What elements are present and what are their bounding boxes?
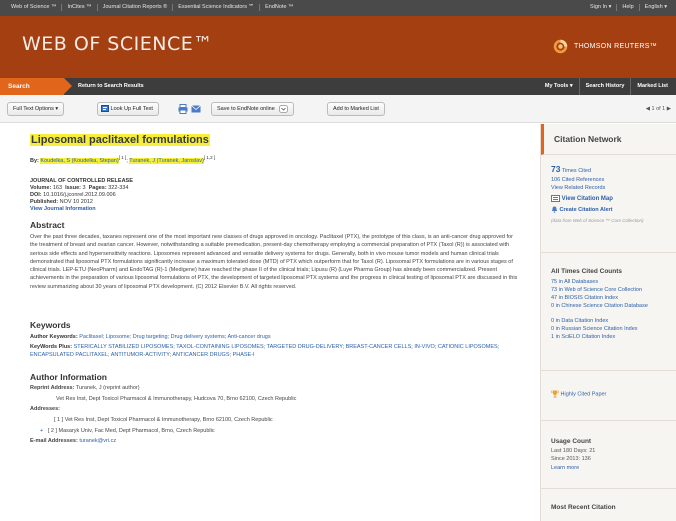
author-link-koudelka[interactable]: Koudelka, S (Koudelka, Stepan) [40, 157, 119, 164]
link-web-of-science[interactable]: Web of Science ™ [6, 4, 63, 11]
top-bar: Web of Science ™ InCites ™ Journal Citat… [0, 0, 676, 16]
divider [541, 370, 676, 371]
marked-list-link[interactable]: Marked List [630, 78, 674, 95]
trophy-icon [551, 390, 559, 398]
thomson-reuters-logo-icon [553, 39, 568, 54]
published-date: Published: NOV 10 2012 [30, 199, 93, 205]
view-citation-map-link[interactable]: View Citation Map [551, 195, 613, 204]
volume-issue-pages: Volume: 163 Issue: 3 Pages: 322-334 [30, 185, 129, 191]
count-russian-sci[interactable]: 0 in Russian Science Citation Index [551, 326, 638, 334]
by-label: By: [30, 157, 39, 164]
all-times-cited-heading: All Times Cited Counts [551, 268, 623, 275]
doi: DOI: 10.1016/j.jconrel.2012.09.006 [30, 192, 116, 198]
data-source-note: (data from Web of Science ™ Core Collect… [551, 218, 644, 223]
my-tools-menu[interactable]: My Tools ▾ [539, 78, 579, 95]
record-toolbar: Full Text Options ▾ Look Up Full Text Sa… [0, 95, 676, 123]
bell-icon [551, 206, 558, 213]
address-2: + [ 2 ] Masaryk Univ, Fac Med, Dept Phar… [40, 428, 215, 434]
count-all-databases[interactable]: 75 in All Databases [551, 279, 598, 287]
count-scielo[interactable]: 1 in SciELO Citation Index [551, 334, 615, 342]
product-logo[interactable]: WEB OF SCIENCE™ [22, 33, 213, 55]
record-pager[interactable]: ◀ 1 of 1 ▶ [646, 106, 671, 112]
add-to-marked-list-button[interactable]: Add to Marked List [327, 102, 385, 116]
keywords-plus: KeyWords Plus: STERICALLY STABILIZED LIP… [30, 344, 500, 358]
count-data-citation[interactable]: 0 in Data Citation Index [551, 318, 608, 326]
brand-banner: WEB OF SCIENCE™ THOMSON REUTERS™ [0, 16, 676, 78]
article-title: Liposomal paclitaxel formulations [30, 134, 210, 146]
highly-cited-paper-link[interactable]: Highly Cited Paper [551, 390, 606, 399]
divider [541, 252, 676, 253]
language-select[interactable]: English ▾ [640, 4, 672, 11]
chevron-down-icon [279, 104, 289, 113]
divider [541, 488, 676, 489]
email-icon[interactable] [191, 105, 201, 113]
link-esi[interactable]: Essential Science Indicators ℠ [173, 4, 261, 11]
look-up-icon [101, 105, 109, 113]
addresses-label: Addresses: [30, 406, 60, 412]
usage-since-2013: Since 2013: 136 [551, 456, 591, 462]
learn-more-link[interactable]: Learn more [551, 465, 579, 473]
company-name: THOMSON REUTERS™ [574, 43, 657, 50]
citation-network-title: Citation Network [554, 134, 622, 144]
record-detail: Liposomal paclitaxel formulations By: Ko… [0, 124, 530, 521]
save-to-endnote-button[interactable]: Save to EndNote online [211, 102, 295, 116]
save-endnote-label: Save to EndNote online [217, 106, 275, 112]
count-wos-core[interactable]: 73 in Web of Science Core Collection [551, 287, 642, 295]
view-related-records-link[interactable]: View Related Records [551, 185, 605, 193]
usage-last-180: Last 180 Days: 21 [551, 448, 596, 454]
view-journal-info-link[interactable]: View Journal Information [30, 206, 96, 213]
journal-name: JOURNAL OF CONTROLLED RELEASE [30, 178, 133, 184]
times-cited[interactable]: 73 Times Cited [551, 165, 591, 176]
email-link[interactable]: turanek@vri.cz [79, 438, 116, 444]
most-recent-citation-heading: Most Recent Citation [551, 504, 616, 511]
sign-in-link[interactable]: Sign In ▾ [585, 4, 618, 11]
expand-plus-icon[interactable]: + [40, 428, 43, 434]
abstract-heading: Abstract [30, 220, 65, 230]
full-text-options-button[interactable]: Full Text Options ▾ [7, 102, 65, 116]
link-endnote[interactable]: EndNote ™ [260, 4, 298, 11]
return-to-results-link[interactable]: Return to Search Results [78, 78, 144, 95]
address-1: [ 1 ] Vet Res Inst, Dept Toxicol Pharmac… [54, 417, 273, 423]
usage-count-heading: Usage Count [551, 438, 592, 445]
link-incites[interactable]: InCites ™ [62, 4, 98, 11]
look-up-label: Look Up Full Text [110, 106, 153, 112]
count-biosis[interactable]: 47 in BIOSIS Citation Index [551, 295, 618, 303]
author-affil-sup: [ 1 ] [118, 155, 127, 160]
count-chinese-sci[interactable]: 0 in Chinese Science Citation Database [551, 303, 669, 310]
keywords-heading: Keywords [30, 320, 71, 330]
reprint-address-detail: Vet Res Inst, Dept Toxicol Pharmacol & I… [56, 396, 297, 402]
author-affil-sup: [ 1,2 ] [203, 155, 216, 160]
look-up-full-text-button[interactable]: Look Up Full Text [97, 102, 159, 116]
byline: By: Koudelka, S (Koudelka, Stepan)[ 1 ];… [30, 155, 216, 164]
author-link-turanek[interactable]: Turanek, J (Turanek, Jaroslav) [129, 157, 204, 164]
tab-search[interactable]: Search [0, 78, 72, 95]
author-info-heading: Author Information [30, 372, 107, 382]
author-keywords: Author Keywords: Paclitaxel; Liposome; D… [30, 334, 271, 340]
divider [541, 420, 676, 421]
citation-sidebar: Citation Network 73 Times Cited 106 Cite… [540, 124, 676, 521]
main-nav: Search Return to Search Results My Tools… [0, 78, 676, 95]
email-addresses: E-mail Addresses: turanek@vri.cz [30, 438, 117, 444]
search-history-link[interactable]: Search History [578, 78, 631, 95]
link-jcr[interactable]: Journal Citation Reports ® [98, 4, 174, 11]
product-links: Web of Science ™ InCites ™ Journal Citat… [6, 4, 299, 11]
abstract-text: Over the past three decades, taxanes rep… [30, 234, 518, 290]
citation-network-header: Citation Network [541, 124, 676, 155]
reprint-address: Reprint Address: Turanek, J (reprint aut… [30, 385, 140, 391]
help-link[interactable]: Help [617, 4, 640, 11]
print-icon[interactable] [178, 104, 188, 114]
create-citation-alert-link[interactable]: Create Citation Alert [551, 206, 613, 214]
citation-map-icon [551, 195, 560, 202]
cited-references-link[interactable]: 106 Cited References [551, 177, 604, 185]
